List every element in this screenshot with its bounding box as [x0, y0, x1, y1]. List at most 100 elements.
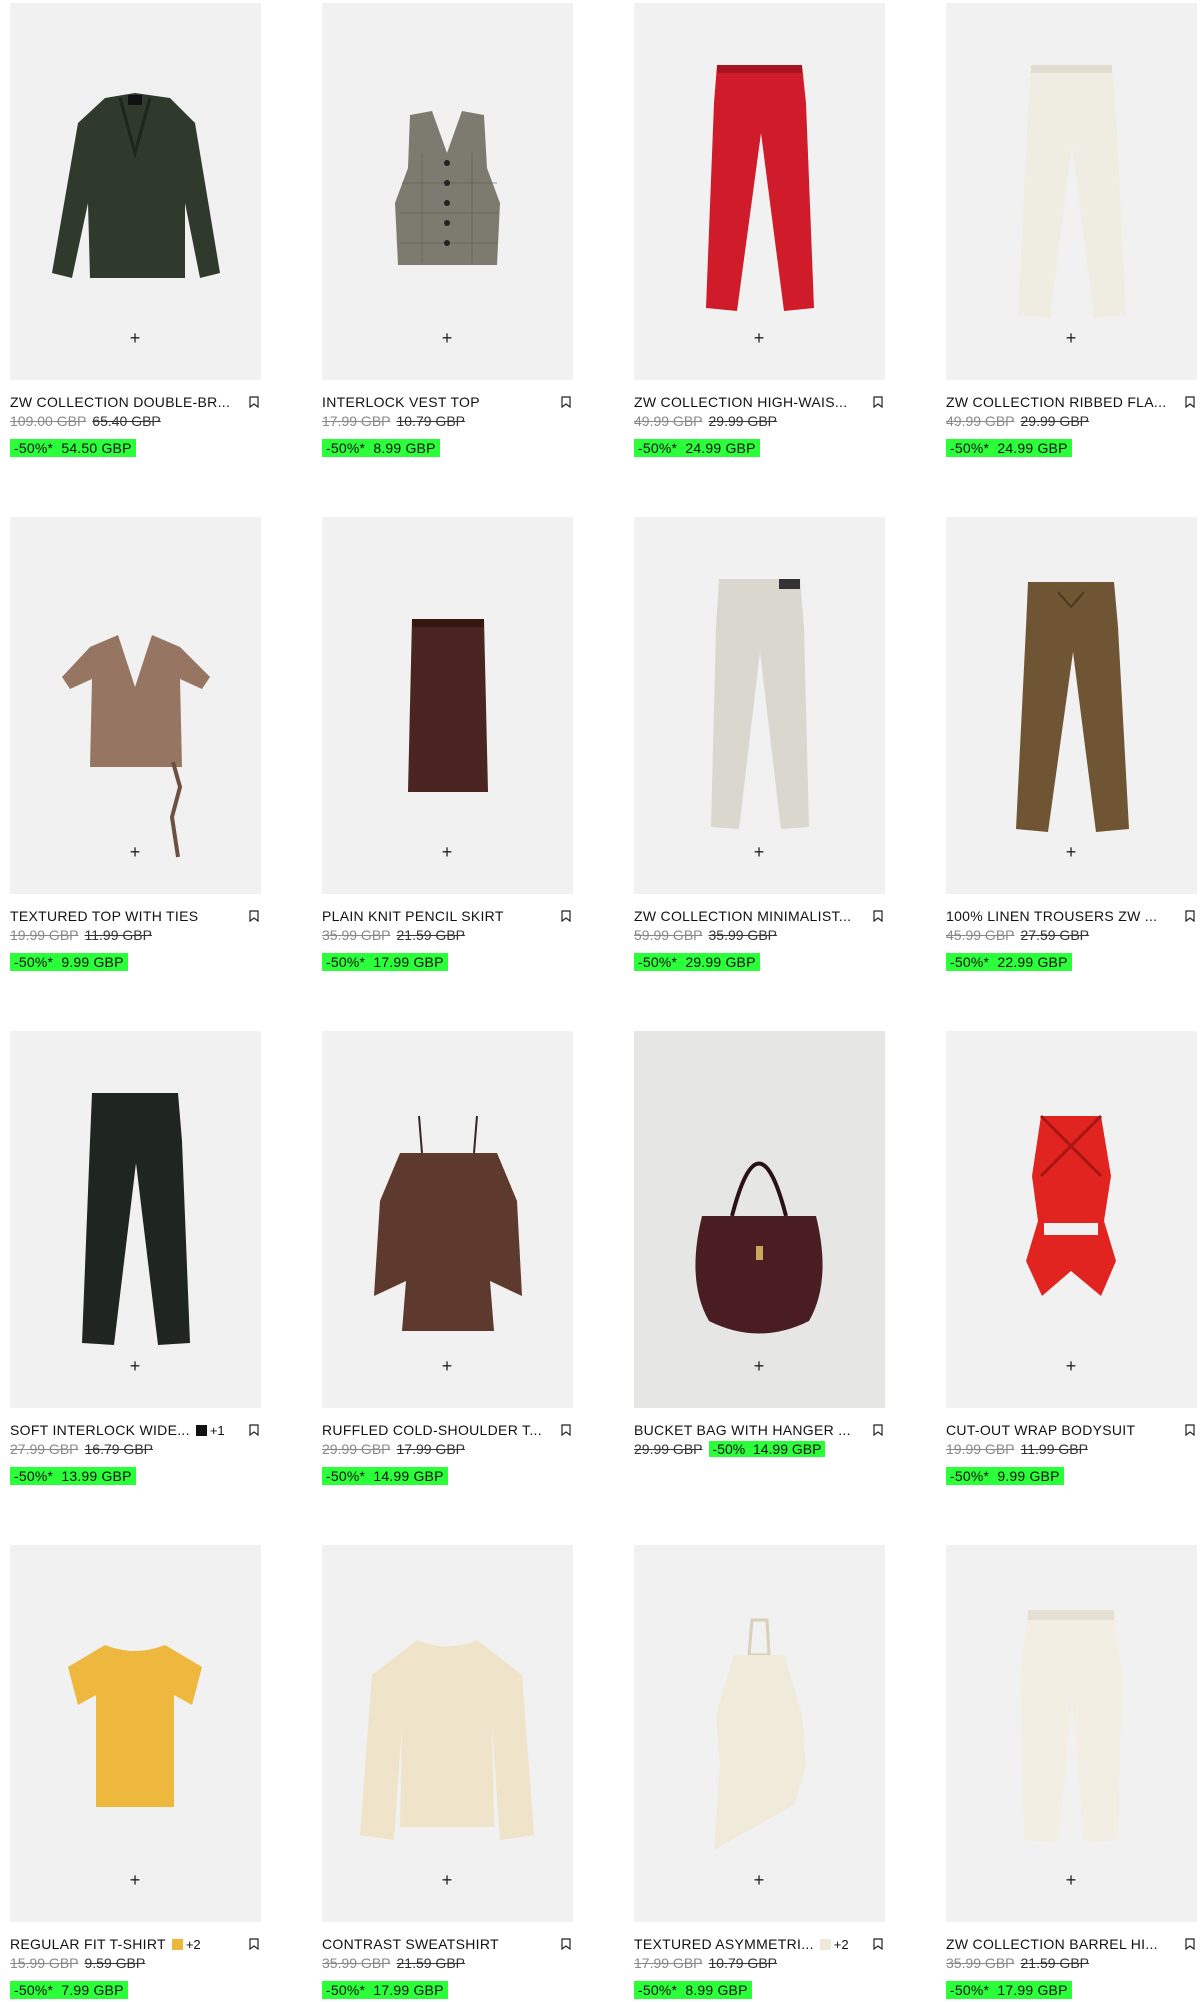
textured-top-image [10, 517, 261, 894]
product-image[interactable]: + [946, 1545, 1197, 1922]
add-to-bag-icon[interactable]: + [1060, 327, 1082, 349]
product-card[interactable]: + REGULAR FIT T-SHIRT +2 15.99 GBP 9.59 GBP -… [10, 1545, 261, 2000]
add-to-bag-icon[interactable]: + [124, 327, 146, 349]
bookmark-icon[interactable] [561, 1938, 571, 1950]
price-row: 35.99 GBP 21.59 GBP [322, 927, 573, 947]
product-name[interactable]: ZW COLLECTION MINIMALIST... [634, 908, 851, 924]
bookmark-icon[interactable] [249, 1938, 259, 1950]
original-price: 17.99 GBP [634, 1955, 703, 1971]
product-name[interactable]: ZW COLLECTION RIBBED FLA... [946, 394, 1166, 410]
bookmark-icon[interactable] [561, 396, 571, 408]
add-to-bag-icon[interactable]: + [436, 841, 458, 863]
product-image[interactable]: + [10, 1545, 261, 1922]
product-name[interactable]: REGULAR FIT T-SHIRT [10, 1936, 166, 1952]
product-image[interactable]: + [634, 1031, 885, 1408]
sale-price: 9.99 GBP [997, 1468, 1060, 1484]
price-row: 29.99 GBP 17.99 GBP [322, 1441, 573, 1461]
product-name[interactable]: ZW COLLECTION HIGH-WAIS... [634, 394, 847, 410]
product-image[interactable]: + [634, 517, 885, 894]
add-to-bag-icon[interactable]: + [436, 1355, 458, 1377]
sale-badge: -50%* 9.99 GBP [10, 953, 128, 971]
bookmark-icon[interactable] [249, 1424, 259, 1436]
product-image[interactable]: + [634, 3, 885, 380]
bookmark-icon[interactable] [1185, 1424, 1195, 1436]
bookmark-icon[interactable] [249, 396, 259, 408]
product-image[interactable]: + [634, 1545, 885, 1922]
product-card[interactable]: + BUCKET BAG WITH HANGER ... 29.99 GBP -50%… [634, 1031, 885, 1461]
more-colors-count: +2 [833, 1936, 849, 1952]
product-image[interactable]: + [322, 1545, 573, 1922]
product-card[interactable]: + PLAIN KNIT PENCIL SKIRT 35.99 GBP 21.59 G… [322, 517, 573, 972]
product-image[interactable]: + [10, 517, 261, 894]
product-card[interactable]: + ZW COLLECTION BARREL HI... 35.99 GBP 21.5… [946, 1545, 1197, 2000]
add-to-bag-icon[interactable]: + [1060, 841, 1082, 863]
color-swatches[interactable]: +2 [819, 1936, 849, 1952]
add-to-bag-icon[interactable]: + [748, 841, 770, 863]
price-row: 59.99 GBP 35.99 GBP [634, 927, 885, 947]
discount-label: -50%* [950, 954, 990, 970]
product-image[interactable]: + [10, 3, 261, 380]
product-name[interactable]: PLAIN KNIT PENCIL SKIRT [322, 908, 504, 924]
product-name[interactable]: TEXTURED TOP WITH TIES [10, 908, 198, 924]
product-card[interactable]: + INTERLOCK VEST TOP 17.99 GBP 10.79 GBP -50… [322, 3, 573, 458]
bookmark-icon[interactable] [1185, 396, 1195, 408]
color-swatches[interactable]: +1 [195, 1423, 225, 1438]
product-card[interactable]: + RUFFLED COLD-SHOULDER T... 29.99 GBP 17.9… [322, 1031, 573, 1486]
product-image[interactable]: + [946, 1031, 1197, 1408]
sale-badge: -50%* 9.99 GBP [946, 1467, 1064, 1485]
add-to-bag-icon[interactable]: + [748, 1869, 770, 1891]
sale-price: 8.99 GBP [685, 1982, 748, 1998]
product-image[interactable]: + [946, 3, 1197, 380]
add-to-bag-icon[interactable]: + [124, 1355, 146, 1377]
product-card[interactable]: + CUT-OUT WRAP BODYSUIT 19.99 GBP 11.99 GBP… [946, 1031, 1197, 1486]
add-to-bag-icon[interactable]: + [748, 1355, 770, 1377]
color-swatch[interactable] [195, 1424, 207, 1436]
bookmark-icon[interactable] [873, 1938, 883, 1950]
product-name[interactable]: INTERLOCK VEST TOP [322, 394, 480, 410]
product-card[interactable]: + ZW COLLECTION RIBBED FLA... 49.99 GBP 29.… [946, 3, 1197, 458]
add-to-bag-icon[interactable]: + [436, 327, 458, 349]
product-card[interactable]: + TEXTURED ASYMMETRI... +2 17.99 GBP 10.79 G… [634, 1545, 885, 2000]
product-name[interactable]: RUFFLED COLD-SHOULDER T... [322, 1422, 542, 1438]
bookmark-icon[interactable] [249, 910, 259, 922]
color-swatch[interactable] [171, 1938, 183, 1950]
product-card[interactable]: + CONTRAST SWEATSHIRT 35.99 GBP 21.59 GBP -5… [322, 1545, 573, 2000]
product-name[interactable]: CUT-OUT WRAP BODYSUIT [946, 1422, 1135, 1438]
product-image[interactable]: + [322, 1031, 573, 1408]
bookmark-icon[interactable] [873, 396, 883, 408]
product-image[interactable]: + [10, 1031, 261, 1408]
add-to-bag-icon[interactable]: + [1060, 1355, 1082, 1377]
product-name[interactable]: BUCKET BAG WITH HANGER ... [634, 1422, 851, 1438]
bookmark-icon[interactable] [561, 910, 571, 922]
bookmark-icon[interactable] [1185, 910, 1195, 922]
product-name[interactable]: TEXTURED ASYMMETRI... [634, 1936, 814, 1952]
product-name[interactable]: CONTRAST SWEATSHIRT [322, 1936, 499, 1952]
add-to-bag-icon[interactable]: + [1060, 1869, 1082, 1891]
bookmark-icon[interactable] [873, 1424, 883, 1436]
product-image[interactable]: + [946, 517, 1197, 894]
product-name[interactable]: ZW COLLECTION DOUBLE-BR... [10, 394, 230, 410]
product-image[interactable]: + [322, 517, 573, 894]
red-trousers-image [634, 3, 885, 380]
product-name[interactable]: SOFT INTERLOCK WIDE... [10, 1422, 190, 1438]
product-card[interactable]: + ZW COLLECTION DOUBLE-BR... 109.00 GBP 65.… [10, 3, 261, 458]
product-card[interactable]: + ZW COLLECTION HIGH-WAIS... 49.99 GBP 29.9… [634, 3, 885, 458]
add-to-bag-icon[interactable]: + [436, 1869, 458, 1891]
bookmark-icon[interactable] [1185, 1938, 1195, 1950]
bookmark-icon[interactable] [561, 1424, 571, 1436]
product-name[interactable]: ZW COLLECTION BARREL HI... [946, 1936, 1158, 1952]
product-card[interactable]: + TEXTURED TOP WITH TIES 19.99 GBP 11.99 GB… [10, 517, 261, 972]
bookmark-icon[interactable] [873, 910, 883, 922]
product-card[interactable]: + ZW COLLECTION MINIMALIST... 59.99 GBP 35.… [634, 517, 885, 972]
add-to-bag-icon[interactable]: + [124, 1869, 146, 1891]
price-row: 27.99 GBP 16.79 GBP [10, 1441, 261, 1461]
color-swatches[interactable]: +2 [171, 1937, 201, 1952]
color-swatch[interactable] [819, 1938, 831, 1950]
add-to-bag-icon[interactable]: + [748, 327, 770, 349]
product-card[interactable]: + SOFT INTERLOCK WIDE... +1 27.99 GBP 16.79 … [10, 1031, 261, 1486]
product-name[interactable]: 100% LINEN TROUSERS ZW ... [946, 908, 1157, 924]
product-card[interactable]: +100% LINEN TROUSERS ZW ... 45.99 GBP 27.5… [946, 517, 1197, 972]
add-to-bag-icon[interactable]: + [124, 841, 146, 863]
price-row: 17.99 GBP 10.79 GBP [322, 413, 573, 433]
product-image[interactable]: + [322, 3, 573, 380]
